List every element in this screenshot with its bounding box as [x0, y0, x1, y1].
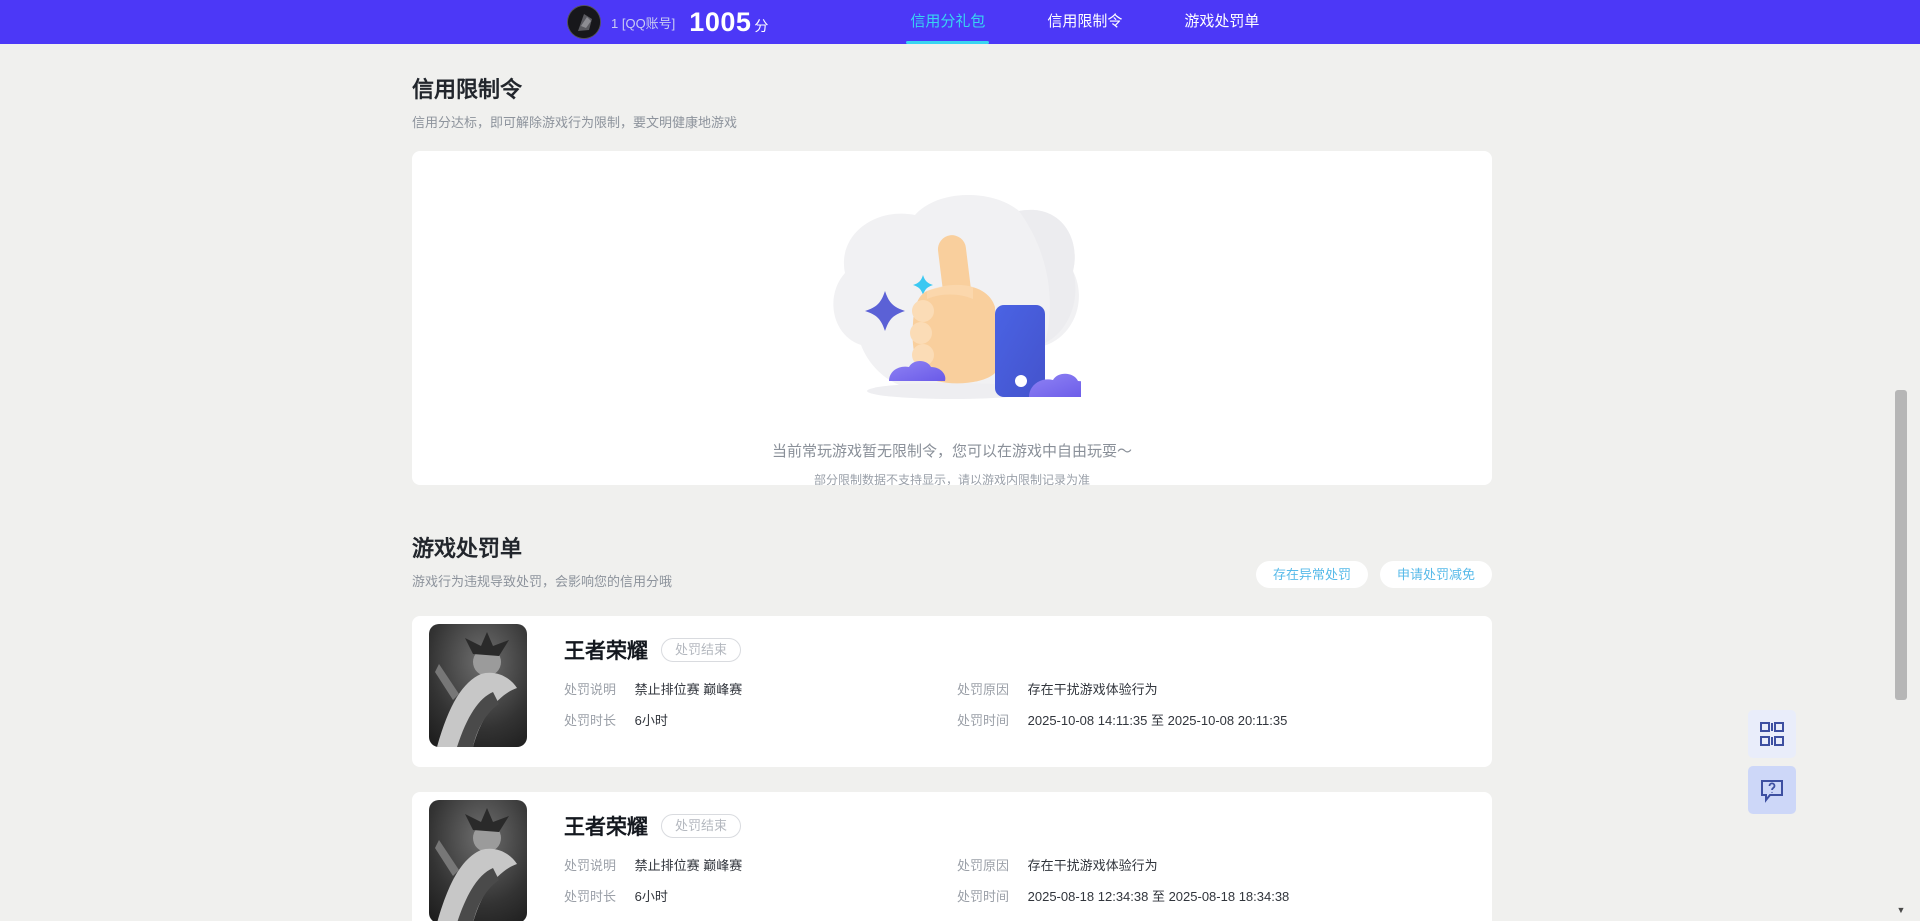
abnormal-penalty-link[interactable]: 存在异常处罚 [1255, 561, 1368, 588]
credit-score-value: 1005 [689, 6, 752, 37]
penalty-card-body: 王者荣耀 处罚结束 处罚说明 禁止排位赛 巅峰赛 处罚原因 存在干扰游戏体验行为 [564, 800, 1472, 921]
penalty-reason-cell: 处罚原因 存在干扰游戏体验行为 [957, 679, 1472, 698]
penalty-card-title-row: 王者荣耀 处罚结束 [564, 635, 1472, 665]
penalty-desc-cell: 处罚说明 禁止排位赛 巅峰赛 [564, 679, 957, 698]
credit-score-unit: 分 [754, 17, 769, 34]
penalty-reason-label: 处罚原因 [957, 858, 1010, 873]
penalty-section: 游戏处罚单 游戏行为违规导致处罚，会影响您的信用分哦 存在异常处罚 申请处罚减免 [412, 531, 1492, 921]
penalty-reason-cell: 处罚原因 存在干扰游戏体验行为 [957, 855, 1472, 874]
penalty-info-grid: 处罚说明 禁止排位赛 巅峰赛 处罚原因 存在干扰游戏体验行为 处罚时长 6小时 [564, 679, 1472, 729]
qr-code-icon [1760, 722, 1784, 746]
penalty-time-cell: 处罚时间 2025-08-18 12:34:38 至 2025-08-18 18… [957, 886, 1472, 905]
penalty-desc-label: 处罚说明 [564, 682, 617, 697]
scrollbar-down-arrow[interactable]: ▼ [1895, 905, 1907, 915]
tab-credit-gift[interactable]: 信用分礼包 [906, 0, 990, 44]
penalty-desc-label: 处罚说明 [564, 858, 617, 873]
main-content: 信用限制令 信用分达标，即可解除游戏行为限制，要文明健康地游戏 当前常玩游戏暂无… [412, 72, 1492, 921]
tab-game-penalty[interactable]: 游戏处罚单 [1184, 0, 1259, 44]
avatar-image [568, 6, 600, 38]
scrollbar-thumb[interactable] [1895, 390, 1907, 700]
penalty-reason-label: 处罚原因 [957, 682, 1010, 697]
restriction-empty-panel: 当前常玩游戏暂无限制令，您可以在游戏中自由玩耍～ 部分限制数据不支持显示，请以游… [412, 151, 1492, 485]
penalty-subtitle: 游戏行为违规导致处罚，会影响您的信用分哦 [412, 574, 673, 589]
penalty-time-cell: 处罚时间 2025-10-08 14:11:35 至 2025-10-08 20… [957, 710, 1472, 729]
penalty-title: 游戏处罚单 [412, 536, 523, 561]
penalty-card-list: 王者荣耀 处罚结束 处罚说明 禁止排位赛 巅峰赛 处罚原因 存在干扰游戏体验行为 [412, 616, 1492, 921]
penalty-desc-cell: 处罚说明 禁止排位赛 巅峰赛 [564, 855, 957, 874]
penalty-header-row: 游戏处罚单 游戏行为违规导致处罚，会影响您的信用分哦 存在异常处罚 申请处罚减免 [412, 531, 1492, 590]
penalty-reduction-link[interactable]: 申请处罚减免 [1379, 561, 1492, 588]
penalty-duration-value: 6小时 [634, 713, 668, 728]
penalty-duration-cell: 处罚时长 6小时 [564, 886, 957, 905]
penalty-time-label: 处罚时间 [957, 713, 1010, 728]
penalty-duration-label: 处罚时长 [564, 713, 617, 728]
restriction-section: 信用限制令 信用分达标，即可解除游戏行为限制，要文明健康地游戏 当前常玩游戏暂无… [412, 72, 1492, 485]
penalty-card-title-row: 王者荣耀 处罚结束 [564, 811, 1472, 841]
penalty-card-body: 王者荣耀 处罚结束 处罚说明 禁止排位赛 巅峰赛 处罚原因 存在干扰游戏体验行为 [564, 624, 1472, 767]
penalty-desc-value: 禁止排位赛 巅峰赛 [634, 858, 743, 873]
status-badge: 处罚结束 [661, 638, 742, 662]
penalty-duration-label: 处罚时长 [564, 889, 617, 904]
qr-code-button[interactable] [1748, 710, 1796, 758]
credit-score: 1005 分 [689, 7, 768, 38]
empty-state-text: 当前常玩游戏暂无限制令，您可以在游戏中自由玩耍～ [771, 443, 1132, 460]
game-thumbnail [429, 624, 527, 747]
penalty-actions: 存在异常处罚 申请处罚减免 [1255, 561, 1492, 590]
penalty-reason-value: 存在干扰游戏体验行为 [1027, 858, 1158, 873]
penalty-duration-value: 6小时 [634, 889, 668, 904]
penalty-info-grid: 处罚说明 禁止排位赛 巅峰赛 处罚原因 存在干扰游戏体验行为 处罚时长 6小时 [564, 855, 1472, 905]
penalty-time-label: 处罚时间 [957, 889, 1010, 904]
penalty-reason-value: 存在干扰游戏体验行为 [1027, 682, 1158, 697]
help-feedback-button[interactable] [1748, 766, 1796, 814]
penalty-duration-cell: 处罚时长 6小时 [564, 710, 957, 729]
avatar[interactable] [567, 5, 601, 39]
game-name: 王者荣耀 [564, 640, 648, 663]
thumbs-up-illustration [833, 194, 1093, 399]
game-name: 王者荣耀 [564, 816, 648, 839]
game-thumbnail [429, 800, 527, 921]
tab-credit-restriction[interactable]: 信用限制令 [1047, 0, 1122, 44]
penalty-time-value: 2025-08-18 12:34:38 至 2025-08-18 18:34:3… [1027, 889, 1290, 904]
restriction-title: 信用限制令 [412, 77, 523, 102]
empty-state-note: 部分限制数据不支持显示，请以游戏内限制记录为准 [813, 473, 1090, 485]
penalty-titles: 游戏处罚单 游戏行为违规导致处罚，会影响您的信用分哦 [412, 531, 672, 590]
penalty-card: 王者荣耀 处罚结束 处罚说明 禁止排位赛 巅峰赛 处罚原因 存在干扰游戏体验行为 [412, 616, 1492, 767]
restriction-subtitle: 信用分达标，即可解除游戏行为限制，要文明健康地游戏 [412, 115, 738, 130]
top-header: 1 [QQ账号] 1005 分 信用分礼包 信用限制令 游戏处罚单 [0, 0, 1920, 44]
penalty-desc-value: 禁止排位赛 巅峰赛 [634, 682, 743, 697]
user-group: 1 [QQ账号] 1005 分 [567, 5, 768, 39]
floating-buttons [1748, 710, 1796, 814]
header-tabs: 信用分礼包 信用限制令 游戏处罚单 [906, 0, 1321, 44]
header-inner: 1 [QQ账号] 1005 分 信用分礼包 信用限制令 游戏处罚单 [412, 0, 1492, 44]
status-badge: 处罚结束 [661, 814, 742, 838]
account-label: 1 [QQ账号] [611, 15, 676, 31]
penalty-time-value: 2025-10-08 14:11:35 至 2025-10-08 20:11:3… [1027, 713, 1288, 728]
penalty-card: 王者荣耀 处罚结束 处罚说明 禁止排位赛 巅峰赛 处罚原因 存在干扰游戏体验行为 [412, 792, 1492, 921]
help-bubble-icon [1761, 780, 1783, 803]
